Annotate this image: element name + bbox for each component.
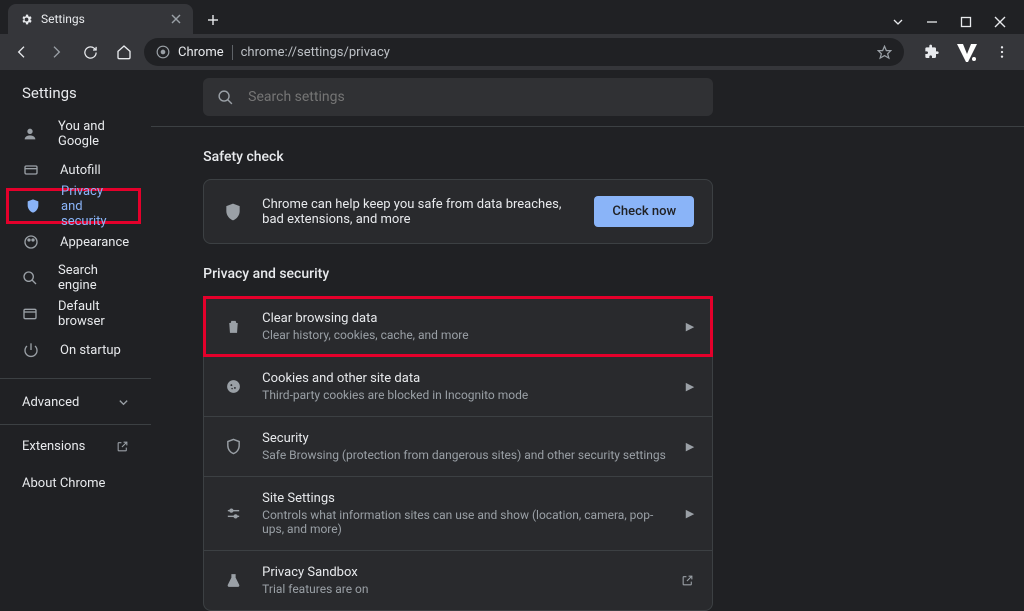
row-security[interactable]: Security Safe Browsing (protection from … [204,416,712,476]
nav-label: Search engine [58,263,129,293]
chevron-down-icon[interactable] [892,16,908,28]
sidebar-extensions-link[interactable]: Extensions [0,427,151,464]
window-controls [892,16,1024,34]
row-title: Clear browsing data [262,311,668,326]
close-icon[interactable] [171,14,181,24]
sidebar: Settings You and Google Autofill Privacy… [0,70,151,576]
row-subtitle: Controls what information sites can use … [262,508,668,536]
chevron-down-icon [118,397,129,408]
row-privacy-sandbox[interactable]: Privacy Sandbox Trial features are on [204,550,712,610]
advanced-label: Advanced [22,395,79,410]
sidebar-item-you-and-google[interactable]: You and Google [0,116,151,152]
nav-label: Autofill [60,163,101,178]
extension-area [918,38,1016,66]
search-icon [22,270,38,286]
row-subtitle: Safe Browsing (protection from dangerous… [262,448,668,462]
nav-label: On startup [60,343,121,358]
sidebar-item-privacy-security[interactable]: Privacy and security [6,188,141,224]
row-title: Site Settings [262,491,668,506]
safety-check-card: Chrome can help keep you safe from data … [203,179,713,244]
omnibox[interactable]: Chrome chrome://settings/privacy [144,38,904,66]
shield-icon [222,202,244,222]
back-button[interactable] [8,38,36,66]
row-title: Privacy Sandbox [262,565,663,580]
maximize-icon[interactable] [960,16,976,28]
search-input[interactable] [248,89,699,105]
row-title: Security [262,431,668,446]
new-tab-button[interactable] [199,6,227,34]
gear-icon [20,13,33,26]
about-label: About Chrome [22,476,105,491]
close-window-icon[interactable] [994,16,1010,28]
content-area: Settings You and Google Autofill Privacy… [0,70,1024,576]
flask-icon [222,572,244,589]
brand-logo-icon [954,39,980,65]
sidebar-item-appearance[interactable]: Appearance [0,224,151,260]
sidebar-item-on-startup[interactable]: On startup [0,332,151,368]
row-clear-browsing-data[interactable]: Clear browsing data Clear history, cooki… [204,297,712,356]
browser-tab[interactable]: Settings [8,4,193,34]
toolbar: Chrome chrome://settings/privacy [0,34,1024,70]
privacy-list: Clear browsing data Clear history, cooki… [203,296,713,611]
nav-label: You and Google [58,119,129,149]
row-subtitle: Trial features are on [262,582,663,596]
power-icon [22,342,40,358]
row-subtitle: Third-party cookies are blocked in Incog… [262,388,668,402]
nav-list: You and Google Autofill Privacy and secu… [0,116,151,368]
tab-strip: Settings [0,0,1024,34]
sidebar-advanced-toggle[interactable]: Advanced [0,378,151,425]
nav-label: Default browser [58,299,129,329]
safety-check-text: Chrome can help keep you safe from data … [262,197,576,227]
minimize-icon[interactable] [926,16,942,28]
row-title: Cookies and other site data [262,371,668,386]
menu-icon[interactable] [988,38,1016,66]
autofill-icon [22,162,40,178]
settings-heading: Settings [0,84,151,116]
home-button[interactable] [110,38,138,66]
site-info-icon[interactable] [156,45,170,59]
row-cookies[interactable]: Cookies and other site data Third-party … [204,356,712,416]
extensions-icon[interactable] [918,38,946,66]
chevron-right-icon: ▶ [686,440,694,453]
palette-icon [22,234,40,250]
external-link-icon [116,440,129,453]
tab-title: Settings [41,12,163,26]
cookie-icon [222,378,244,395]
chevron-right-icon: ▶ [686,380,694,393]
sidebar-item-search-engine[interactable]: Search engine [0,260,151,296]
privacy-heading: Privacy and security [203,266,1024,282]
divider [151,126,1024,127]
chevron-right-icon: ▶ [686,320,694,333]
check-now-button[interactable]: Check now [594,196,694,227]
sidebar-about-link[interactable]: About Chrome [0,464,151,501]
sidebar-footer: Extensions About Chrome [0,425,151,503]
safety-check-heading: Safety check [203,149,1024,165]
search-icon [217,89,234,106]
chevron-right-icon: ▶ [686,507,694,520]
omnibox-url: chrome://settings/privacy [241,45,390,60]
nav-label: Appearance [60,235,129,250]
shield-icon [25,198,41,214]
browser-icon [22,306,38,322]
bookmark-star-icon[interactable] [877,45,892,60]
row-site-settings[interactable]: Site Settings Controls what information … [204,476,712,550]
search-settings[interactable] [203,78,713,116]
omnibox-prefix: Chrome [178,45,233,60]
shield-icon [222,438,244,455]
extensions-label: Extensions [22,439,85,454]
person-icon [22,126,38,142]
trash-icon [222,318,244,335]
reload-button[interactable] [76,38,104,66]
forward-button[interactable] [42,38,70,66]
sidebar-item-default-browser[interactable]: Default browser [0,296,151,332]
row-subtitle: Clear history, cookies, cache, and more [262,328,668,342]
main-panel: Safety check Chrome can help keep you sa… [151,70,1024,576]
sliders-icon [222,505,244,522]
nav-label: Privacy and security [61,184,116,229]
